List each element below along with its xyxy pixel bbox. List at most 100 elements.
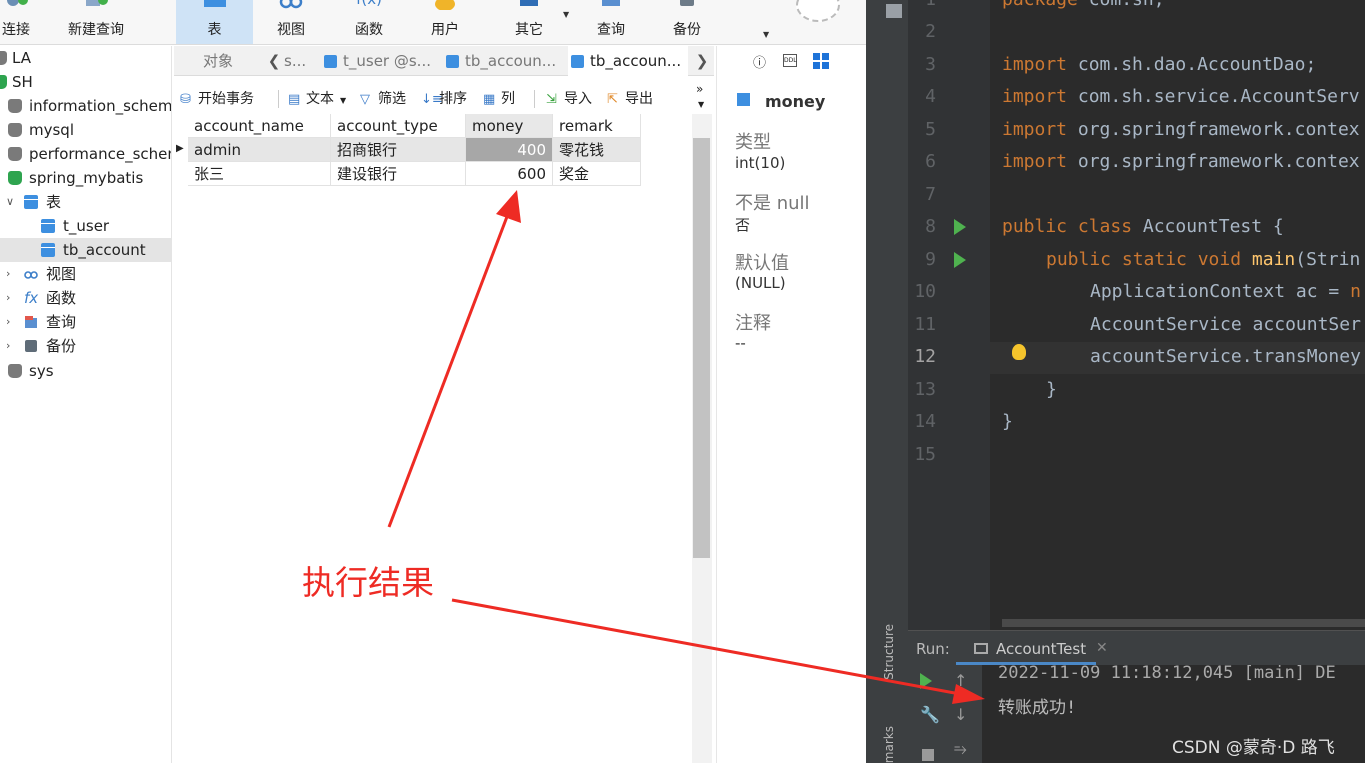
ribbon-table-button[interactable]: 表 (176, 0, 253, 44)
tree-db-sys[interactable]: sys (0, 359, 171, 383)
scroll-up-icon[interactable]: ↑ (954, 671, 967, 690)
text-view-label: 文本 (306, 91, 334, 107)
rerun-icon[interactable] (920, 673, 932, 689)
ribbon-backup-button[interactable]: 备份 (652, 0, 722, 44)
chevron-right-icon[interactable]: › (6, 334, 10, 358)
table-cell[interactable]: admin (188, 138, 331, 162)
tree-db-spring-mybatis[interactable]: spring_mybatis (0, 166, 171, 190)
editor-horizontal-scrollbar[interactable] (1002, 619, 1365, 627)
code-line-8: public class AccountTest { (1002, 211, 1284, 243)
line-number: 14 (914, 411, 936, 432)
console-output-line: 转账成功! (998, 698, 1077, 718)
ribbon-other-button[interactable]: 其它 (494, 0, 564, 44)
ribbon-query-button[interactable]: 查询 (576, 0, 646, 44)
grid-view-icon[interactable] (813, 53, 829, 69)
run-label: Run: (916, 640, 950, 658)
stop-icon[interactable] (922, 749, 934, 761)
ddl-icon[interactable]: DDL (783, 54, 797, 67)
bookmarks-tool-button[interactable]: marks (882, 726, 896, 763)
database-icon (8, 364, 22, 378)
run-tab-accounttest[interactable]: AccountTest ✕ (956, 631, 1108, 665)
tree-db-information-schema[interactable]: information_schema (0, 94, 171, 118)
tree-db-performance-schema[interactable]: performance_schema (0, 142, 171, 166)
code-line-14: } (1002, 406, 1013, 438)
soft-wrap-icon[interactable]: ⥱ (954, 739, 967, 759)
tab-label: t_user @s... (343, 52, 431, 70)
table-cell[interactable]: 600 (466, 162, 553, 186)
sort-icon: ↓≡ (421, 92, 443, 107)
code-line-13: } (1002, 374, 1057, 406)
user-avatar[interactable] (796, 0, 840, 22)
chevron-right-icon[interactable]: › (6, 286, 10, 310)
tab-tb-account-2[interactable]: tb_accoun... (568, 46, 688, 76)
tree-group-tables[interactable]: ∨ 表 (0, 190, 171, 214)
tree-connection-label: SH (12, 73, 33, 91)
begin-transaction-button[interactable]: ⛁ 开始事务 (180, 88, 254, 110)
tab-scroll-left-icon[interactable]: ❮ (264, 46, 284, 76)
project-folder-icon[interactable] (886, 4, 902, 18)
tree-group-functions[interactable]: › fx 函数 (0, 286, 171, 310)
columns-button[interactable]: ▦ 列 (483, 88, 515, 110)
run-class-icon[interactable] (954, 219, 966, 235)
ribbon-user-button[interactable]: 用户 (410, 0, 480, 44)
column-header-account-name[interactable]: account_name (188, 114, 331, 138)
table-cell[interactable]: 建设银行 (331, 162, 466, 186)
connection-icon (0, 75, 7, 89)
tab-objects[interactable]: 对象 (174, 46, 262, 76)
column-header-account-type[interactable]: account_type (331, 114, 466, 138)
filter-button[interactable]: ▽ 筛选 (360, 88, 406, 110)
filter-label: 筛选 (378, 91, 406, 107)
tab-t-user[interactable]: t_user @s... (324, 46, 442, 76)
line-number: 7 (925, 184, 936, 205)
chevron-down-icon[interactable]: ∨ (6, 190, 14, 214)
table-cell[interactable]: 招商银行 (331, 138, 466, 162)
table-cell-selected[interactable]: 400 (466, 138, 553, 162)
column-header-remark[interactable]: remark (553, 114, 641, 138)
connect-icon (7, 0, 28, 6)
tree-group-queries[interactable]: › 查询 (0, 310, 171, 334)
run-tab-label: AccountTest (996, 640, 1087, 658)
ribbon-function-button[interactable]: f(x) 函数 (334, 0, 404, 44)
tree-table-tb-account[interactable]: tb_account (0, 238, 171, 262)
tab-query[interactable]: s... (284, 46, 320, 76)
code-line-5: import org.springframework.contex (1002, 114, 1360, 146)
scroll-down-icon[interactable]: ↓ (954, 705, 967, 724)
chevron-right-icon[interactable]: › (6, 310, 10, 334)
ribbon-other-dropdown-icon[interactable]: ▼ (563, 10, 569, 19)
tab-label: tb_accoun... (465, 52, 557, 70)
ribbon-table-label: 表 (207, 22, 222, 38)
table-cell[interactable]: 零花钱 (553, 138, 641, 162)
info-icon[interactable]: ⓘ (753, 52, 766, 71)
run-main-icon[interactable] (954, 252, 966, 268)
field-default-label: 默认值 (735, 253, 789, 274)
tree-connection-sh[interactable]: SH (0, 70, 171, 94)
tree-group-views[interactable]: › 视图 (0, 262, 171, 286)
close-tab-icon[interactable]: ✕ (1096, 640, 1108, 656)
scrollbar-thumb[interactable] (693, 138, 710, 558)
structure-tool-button[interactable]: Structure (882, 624, 896, 680)
ribbon-new-query-button[interactable]: 新建查询 (60, 0, 132, 44)
database-icon (8, 171, 22, 185)
code-text: } (1046, 379, 1057, 400)
tree-table-t-user[interactable]: t_user (0, 214, 171, 238)
tree-group-backups[interactable]: › 备份 (0, 334, 171, 358)
export-button[interactable]: ⇱ 导出 (607, 88, 653, 110)
toolbar-overflow-dropdown-icon[interactable]: ▼ (698, 94, 704, 116)
tab-scroll-right-icon[interactable]: ❯ (692, 46, 712, 76)
tree-db-mysql[interactable]: mysql (0, 118, 171, 142)
text-view-button[interactable]: ▤ 文本 ▼ (288, 88, 346, 110)
import-button[interactable]: ⇲ 导入 (546, 88, 592, 110)
table-cell[interactable]: 奖金 (553, 162, 641, 186)
tree-connection-la[interactable]: LA (0, 46, 171, 70)
chevron-right-icon[interactable]: › (6, 262, 10, 286)
ribbon-more-dropdown-icon[interactable]: ▼ (763, 30, 769, 39)
table-cell[interactable]: 张三 (188, 162, 331, 186)
ribbon-connect-button[interactable]: 连接 (0, 0, 38, 44)
sort-button[interactable]: ↓≡排序 (421, 88, 467, 110)
tab-tb-account-1[interactable]: tb_accoun... (446, 46, 564, 76)
code-line-12: accountService.transMoney (1002, 341, 1361, 373)
column-header-money[interactable]: money (466, 114, 553, 138)
ribbon-view-button[interactable]: 视图 (256, 0, 326, 44)
grid-vertical-scrollbar[interactable] (692, 114, 712, 763)
wrench-icon[interactable]: 🔧 (920, 705, 940, 724)
